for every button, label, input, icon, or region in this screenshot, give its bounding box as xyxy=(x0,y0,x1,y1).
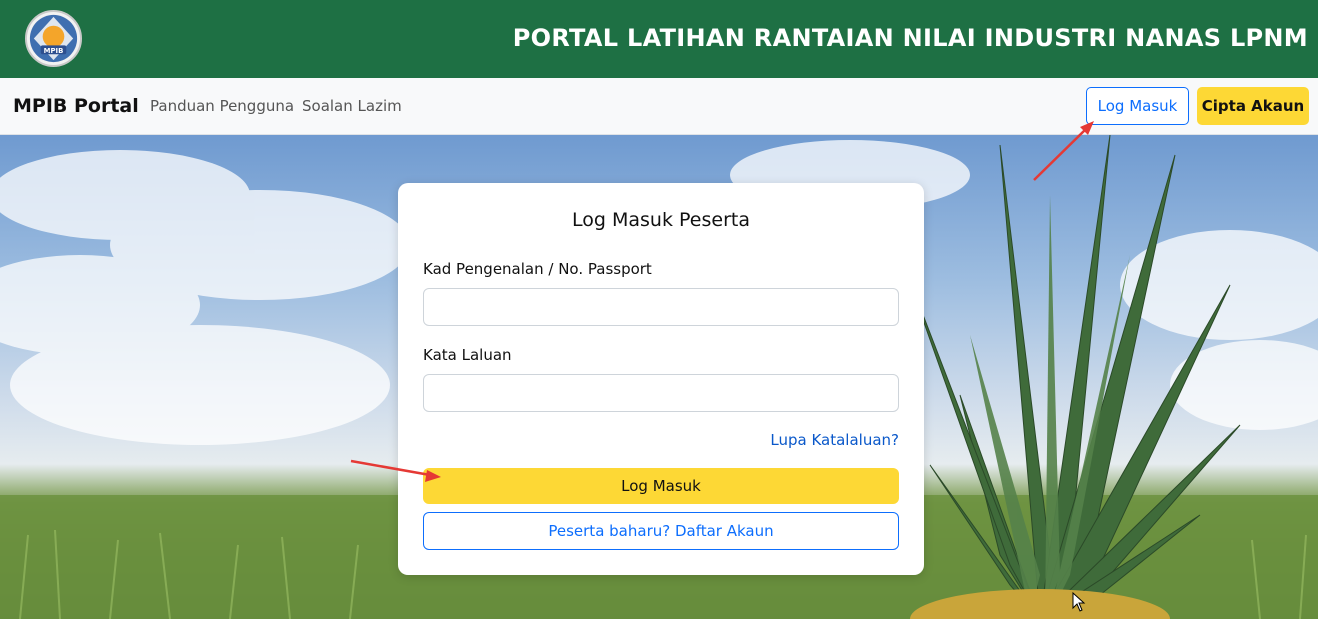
login-submit-button[interactable]: Log Masuk xyxy=(423,468,899,504)
navbar-login-button[interactable]: Log Masuk xyxy=(1086,87,1189,125)
navbar-register-button[interactable]: Cipta Akaun xyxy=(1197,87,1309,125)
portal-title: PORTAL LATIHAN RANTAIAN NILAI INDUSTRI N… xyxy=(512,24,1308,52)
register-account-button[interactable]: Peserta baharu? Daftar Akaun xyxy=(423,512,899,550)
top-banner: MPIB PORTAL LATIHAN RANTAIAN NILAI INDUS… xyxy=(0,0,1318,78)
password-label: Kata Laluan xyxy=(423,346,512,364)
ic-passport-label: Kad Pengenalan / No. Passport xyxy=(423,260,652,278)
ic-passport-input[interactable] xyxy=(423,288,899,326)
mpib-logo: MPIB xyxy=(24,9,83,68)
forgot-password-link[interactable]: Lupa Katalaluan? xyxy=(770,431,899,449)
svg-text:MPIB: MPIB xyxy=(44,47,64,55)
navbar: MPIB Portal Panduan Pengguna Soalan Lazi… xyxy=(0,78,1318,135)
password-input[interactable] xyxy=(423,374,899,412)
nav-link-faq[interactable]: Soalan Lazim xyxy=(302,97,402,115)
login-card-title: Log Masuk Peserta xyxy=(572,209,750,231)
nav-link-user-guide[interactable]: Panduan Pengguna xyxy=(150,97,294,115)
navbar-brand[interactable]: MPIB Portal xyxy=(13,95,139,117)
login-card: Log Masuk Peserta Kad Pengenalan / No. P… xyxy=(398,183,924,575)
